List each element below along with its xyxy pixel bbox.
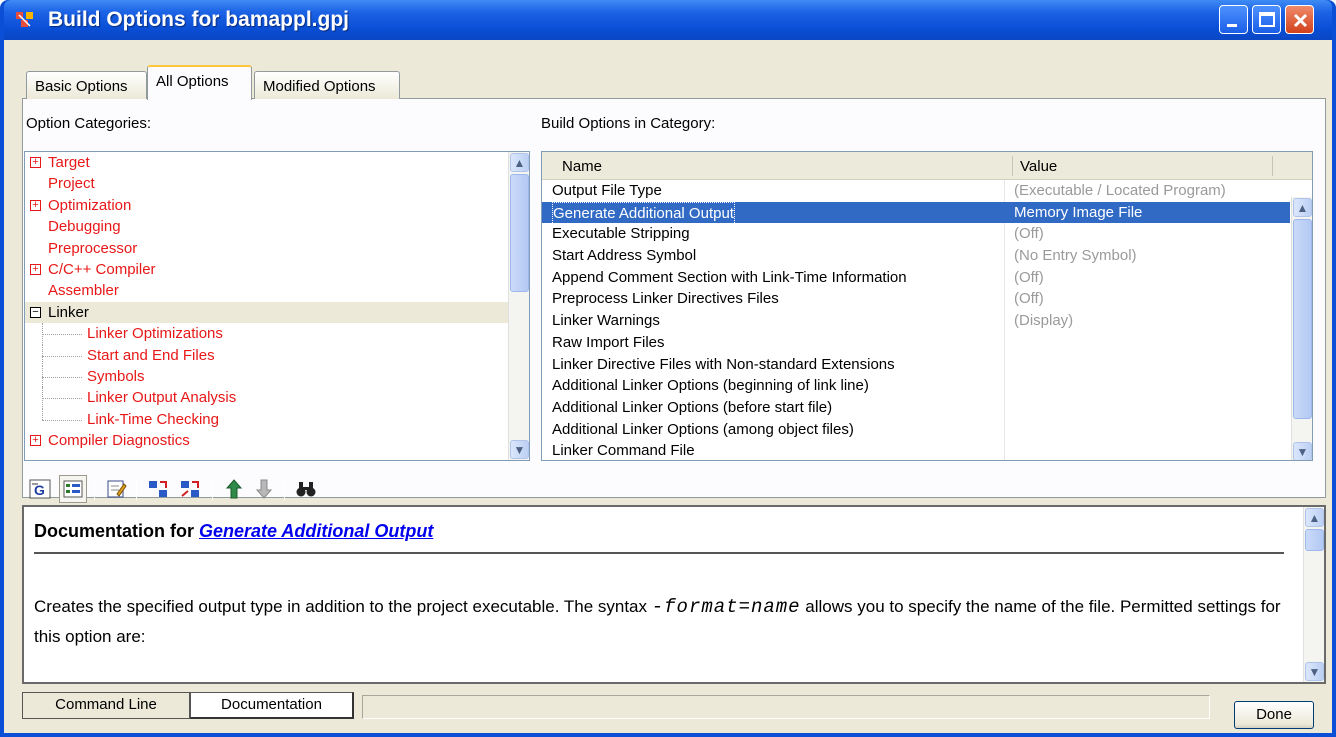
list-row-selected[interactable]: Generate Additional Output Memory Image F… — [542, 201, 1290, 225]
list-row[interactable]: Append Comment Section with Link-Time In… — [542, 267, 1290, 289]
scroll-thumb[interactable] — [1293, 219, 1312, 419]
expand-icon — [149, 481, 167, 497]
find-button[interactable] — [292, 475, 320, 503]
list-row[interactable]: Linker Command File — [542, 440, 1290, 460]
scroll-up-button[interactable]: ▲ — [1293, 198, 1312, 217]
list-row[interactable]: Executable Stripping (Off) — [542, 223, 1290, 245]
tree-item-project[interactable]: Project — [25, 173, 529, 194]
list-row[interactable]: Raw Import Files — [542, 332, 1290, 354]
tree-item-symbols[interactable]: Symbols — [25, 365, 529, 388]
tree-item-linker[interactable]: − Linker — [25, 301, 529, 324]
documentation-text: Creates the specified output type in add… — [34, 596, 1281, 646]
tree-item-optimization[interactable]: + Optimization — [25, 195, 529, 216]
scroll-down-button[interactable]: ▼ — [510, 440, 529, 459]
list-body: Output File Type (Executable / Located Pr… — [542, 180, 1290, 460]
option-categories-tree[interactable]: + Target Project + Optimization Debugging … — [24, 151, 530, 461]
title-bar[interactable]: Build Options for bamappl.gpj — [4, 0, 1332, 40]
edit-icon — [107, 480, 127, 498]
done-button[interactable]: Done — [1234, 701, 1314, 729]
tree-item-debugging[interactable]: Debugging — [25, 216, 529, 237]
tree-item-cpp-compiler[interactable]: + C/C++ Compiler — [25, 259, 529, 280]
scroll-thumb[interactable] — [510, 174, 529, 292]
tree-item-compiler-diagnostics[interactable]: + Compiler Diagnostics — [25, 430, 529, 451]
move-down-button[interactable] — [250, 475, 278, 503]
tab-command-line[interactable]: Command Line — [22, 692, 190, 719]
scroll-up-button[interactable]: ▲ — [510, 153, 529, 172]
chevron-up-icon: ▲ — [513, 155, 526, 170]
move-down-icon — [255, 479, 273, 499]
minimize-icon — [1227, 24, 1237, 27]
show-categories-button[interactable] — [59, 475, 87, 503]
tree-item-link-time-checking[interactable]: Link-Time Checking — [25, 408, 529, 430]
list-row[interactable]: Additional Linker Options (before start … — [542, 397, 1290, 419]
scroll-thumb[interactable] — [1305, 529, 1324, 551]
tab-modified-options[interactable]: Modified Options — [254, 71, 400, 99]
tree-item-linker-output-analysis[interactable]: Linker Output Analysis — [25, 387, 529, 410]
scroll-up-button[interactable]: ▲ — [1305, 508, 1324, 527]
scroll-down-button[interactable]: ▼ — [1305, 662, 1324, 681]
chevron-down-icon: ▼ — [1296, 444, 1309, 459]
column-header-name[interactable]: Name — [562, 158, 602, 175]
tree-item-target[interactable]: + Target — [25, 152, 529, 173]
tree-item-linker-optimizations[interactable]: Linker Optimizations — [25, 323, 529, 345]
maximize-icon — [1259, 12, 1275, 27]
documentation-divider — [34, 552, 1284, 554]
expand-icon[interactable]: + — [30, 435, 41, 447]
scroll-down-button[interactable]: ▼ — [1293, 442, 1312, 460]
show-gui-names-button[interactable]: G — [26, 475, 54, 503]
expand-all-button[interactable] — [144, 475, 172, 503]
show-gui-names-icon: G — [29, 479, 51, 499]
show-categories-icon — [63, 480, 83, 498]
column-header-value[interactable]: Value — [1020, 158, 1057, 175]
collapse-icon — [181, 481, 199, 497]
window-title: Build Options for bamappl.gpj — [48, 8, 349, 31]
documentation-heading: Documentation for Generate Additional Ou… — [34, 521, 434, 541]
close-icon — [1293, 13, 1308, 28]
expand-icon[interactable]: + — [30, 263, 41, 275]
tab-basic-options[interactable]: Basic Options — [26, 71, 147, 99]
build-options-list[interactable]: Name Value Output File Type (Executable /… — [541, 151, 1313, 461]
tab-all-options[interactable]: All Options — [147, 65, 252, 100]
build-options-label: Build Options in Category: — [541, 115, 716, 132]
tree-item-preprocessor[interactable]: Preprocessor — [25, 238, 529, 259]
list-row[interactable]: Additional Linker Options (beginning of … — [542, 375, 1290, 397]
chevron-up-icon: ▲ — [1308, 510, 1321, 525]
tree-item-start-end-files[interactable]: Start and End Files — [25, 344, 529, 367]
list-row[interactable]: Output File Type (Executable / Located Pr… — [542, 180, 1290, 202]
list-row[interactable]: Linker Warnings (Display) — [542, 310, 1290, 332]
syntax-code: -format=name — [651, 596, 801, 618]
dialog-client: Basic Options All Options Modified Optio… — [4, 40, 1332, 733]
option-categories-label: Option Categories: — [26, 115, 152, 132]
documentation-link[interactable]: Generate Additional Output — [199, 521, 433, 541]
list-row[interactable]: Preprocess Linker Directives Files (Off) — [542, 288, 1290, 310]
status-field — [362, 695, 1210, 719]
list-row[interactable]: Additional Linker Options (among object … — [542, 419, 1290, 441]
collapse-all-button[interactable] — [176, 475, 204, 503]
find-icon — [296, 482, 316, 497]
expand-icon[interactable]: + — [30, 199, 41, 211]
chevron-down-icon: ▼ — [513, 442, 526, 457]
close-button[interactable] — [1285, 5, 1314, 34]
move-up-button[interactable] — [220, 475, 248, 503]
chevron-down-icon: ▼ — [1308, 664, 1321, 679]
move-up-icon — [225, 479, 243, 499]
tree-scrollbar[interactable]: ▲ ▼ — [508, 152, 529, 460]
tree-item-assembler[interactable]: Assembler — [25, 280, 529, 301]
minimize-button[interactable] — [1219, 5, 1248, 34]
list-row[interactable]: Linker Directive Files with Non-standard… — [542, 354, 1290, 376]
app-icon — [16, 12, 33, 27]
documentation-scrollbar[interactable]: ▲ ▼ — [1303, 507, 1324, 682]
list-header: Name Value — [542, 152, 1312, 180]
build-options-window: Build Options for bamappl.gpj Basic Opti… — [0, 0, 1336, 737]
tab-documentation[interactable]: Documentation — [190, 692, 354, 719]
maximize-button[interactable] — [1252, 5, 1281, 34]
edit-button[interactable] — [102, 475, 130, 503]
list-scrollbar[interactable]: ▲ ▼ — [1291, 197, 1312, 460]
expand-icon[interactable]: + — [30, 157, 41, 168]
collapse-icon[interactable]: − — [30, 306, 41, 318]
documentation-pane: Documentation for Generate Additional Ou… — [22, 505, 1326, 684]
chevron-up-icon: ▲ — [1296, 200, 1309, 215]
list-row[interactable]: Start Address Symbol (No Entry Symbol) — [542, 245, 1290, 267]
